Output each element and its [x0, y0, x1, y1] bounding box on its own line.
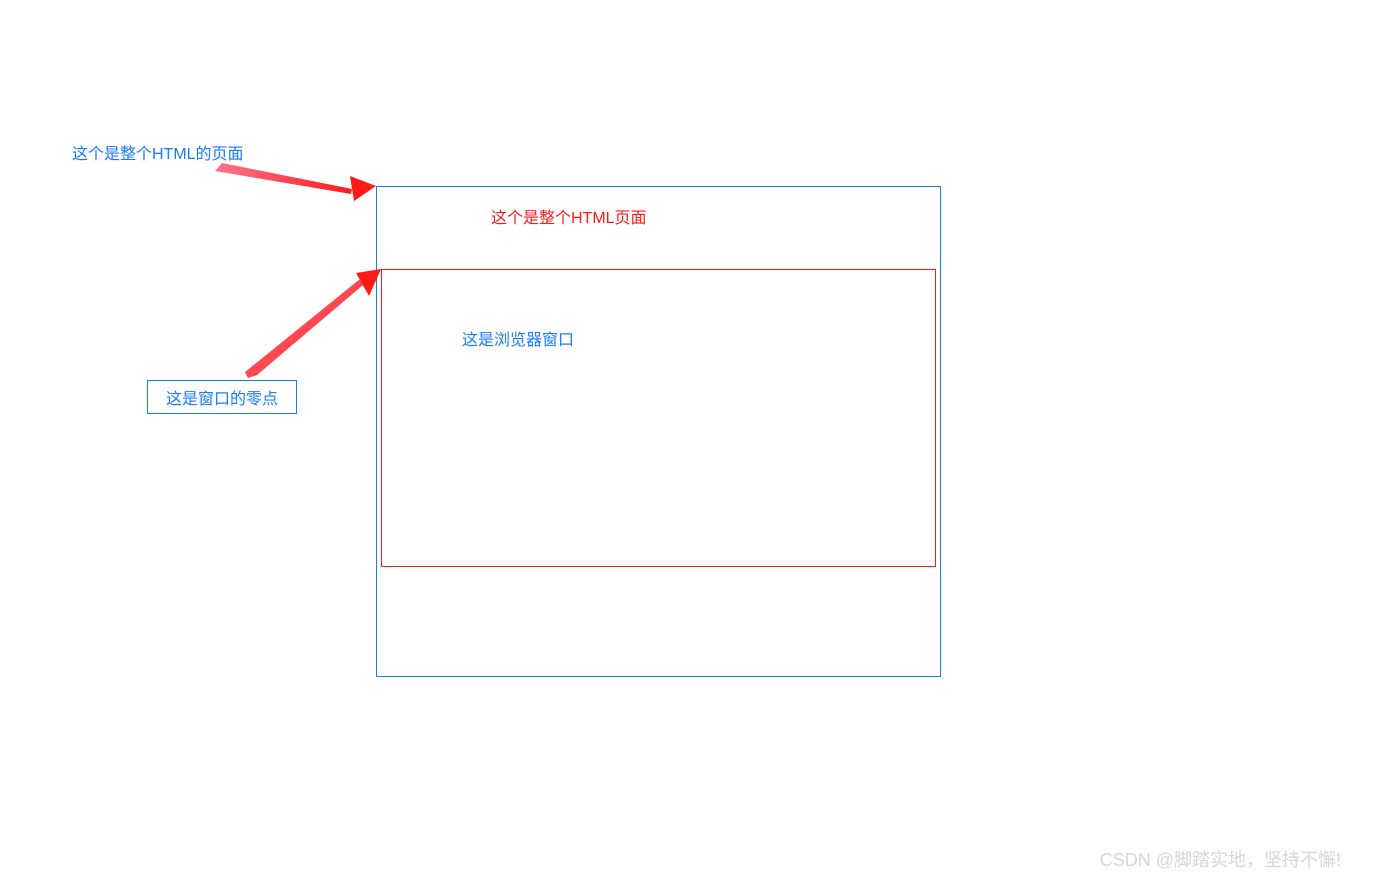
- arrow-to-window-zero: [245, 269, 381, 378]
- browser-window-box: [381, 269, 936, 567]
- browser-window-title: 这是浏览器窗口: [462, 326, 574, 350]
- arrow-to-html-page: [215, 163, 376, 201]
- html-page-label: 这个是整个HTML的页面: [72, 140, 244, 164]
- watermark-text: CSDN @脚踏实地，坚持不懈!: [1100, 846, 1341, 872]
- window-zero-point-label: 这是窗口的零点: [147, 380, 297, 414]
- html-page-box-title: 这个是整个HTML页面: [491, 204, 647, 228]
